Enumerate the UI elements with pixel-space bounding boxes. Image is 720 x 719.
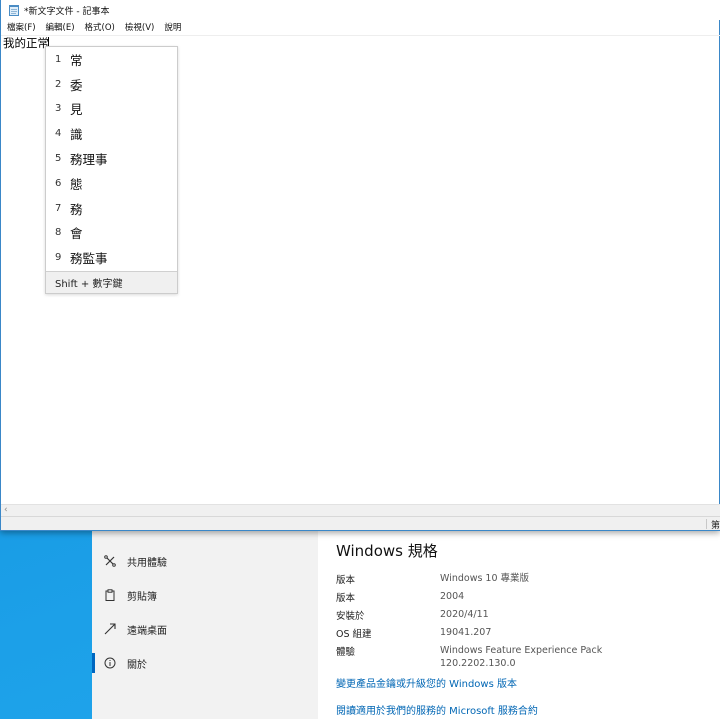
ime-candidate[interactable]: 9 務監事 (46, 245, 177, 270)
spec-value: 2020/4/11 (440, 609, 489, 620)
spec-key: OS 組建 (336, 629, 372, 640)
sidebar-item-label: 共用體驗 (127, 557, 167, 569)
ime-candidate[interactable]: 5 務理事 (46, 146, 177, 171)
candidate-number: 4 (55, 128, 62, 140)
ime-candidate[interactable]: 1 常 (46, 47, 177, 72)
candidate-text: 識 (70, 127, 83, 143)
sidebar-item-label: 遠端桌面 (127, 625, 167, 637)
candidate-number: 6 (55, 177, 62, 189)
title-bar[interactable]: *新文字文件 - 記事本 (1, 0, 720, 20)
sidebar-item-remote-desktop[interactable]: 遠端桌面 (92, 612, 318, 646)
sidebar-item-label: 剪貼簿 (127, 591, 157, 603)
candidate-text: 務理事 (70, 152, 108, 168)
sidebar-item-clipboard[interactable]: 剪貼簿 (92, 578, 318, 612)
status-divider (706, 519, 707, 529)
ime-candidate[interactable]: 6 態 (46, 171, 177, 196)
candidate-number: 5 (55, 153, 62, 165)
info-icon (103, 656, 117, 670)
candidate-text: 見 (70, 102, 83, 118)
spec-key: 體驗 (336, 647, 356, 658)
candidate-text: 委 (70, 77, 83, 93)
spec-key: 版本 (336, 575, 356, 586)
settings-sidebar: 共用體驗 剪貼簿 遠端桌面 關於 (92, 520, 318, 719)
ime-candidate[interactable]: 4 識 (46, 121, 177, 146)
candidate-number: 2 (55, 78, 62, 90)
menu-bar: 檔案(F) 編輯(E) 格式(O) 檢視(V) 說明 (1, 20, 720, 36)
spec-value-line2: 120.2202.130.0 (440, 658, 516, 669)
menu-view[interactable]: 檢視(V) (120, 20, 159, 36)
spec-value: Windows Feature Experience Pack (440, 645, 603, 656)
notepad-icon (9, 5, 19, 16)
spec-key: 安裝於 (336, 611, 365, 622)
ime-footer-hint: Shift + 數字鍵 (46, 271, 177, 293)
candidate-number: 8 (55, 227, 62, 239)
menu-help[interactable]: 說明 (159, 20, 186, 36)
menu-file[interactable]: 檔案(F) (1, 20, 41, 36)
scroll-left-arrow-icon[interactable]: ‹ (4, 505, 8, 516)
window-title: *新文字文件 - 記事本 (24, 6, 110, 17)
spec-key: 版本 (336, 593, 356, 604)
menu-format[interactable]: 格式(O) (80, 20, 120, 36)
upgrade-product-key-link[interactable]: 變更產品金鑰或升級您的 Windows 版本 (336, 675, 517, 690)
candidate-number: 3 (55, 103, 62, 115)
settings-window: 共用體驗 剪貼簿 遠端桌面 關於 Windows 規格 版本 Windows 1… (92, 520, 720, 719)
settings-content: Windows 規格 版本 Windows 10 專業版 版本 2004 安裝於… (336, 520, 720, 719)
sidebar-item-label: 關於 (127, 659, 147, 671)
ime-candidate-list: 1 常 2 委 3 見 4 識 5 務理事 6 態 7 務 8 會 9 務監事 … (45, 46, 178, 294)
candidate-number: 9 (55, 252, 62, 264)
status-position: 第 (711, 521, 720, 531)
notepad-window: *新文字文件 - 記事本 檔案(F) 編輯(E) 格式(O) 檢視(V) 說明 … (0, 0, 720, 531)
candidate-text: 務 (70, 201, 83, 217)
spec-value: 2004 (440, 591, 465, 602)
candidate-text: 會 (70, 226, 83, 242)
service-agreement-link[interactable]: 閱讀適用於我們的服務的 Microsoft 服務合約 (336, 702, 538, 717)
remote-desktop-icon (103, 622, 117, 636)
candidate-text: 態 (70, 176, 83, 192)
spec-value: Windows 10 專業版 (440, 573, 530, 584)
candidate-number: 1 (55, 53, 62, 65)
ime-candidate[interactable]: 7 務 (46, 196, 177, 221)
page-title: Windows 規格 (336, 542, 438, 560)
spec-value: 19041.207 (440, 627, 492, 638)
editor-content: 我的正常 (3, 36, 49, 50)
horizontal-scrollbar[interactable]: ‹ (1, 504, 720, 516)
status-bar: 第 (1, 516, 720, 531)
shared-experience-icon (103, 554, 117, 568)
sidebar-item-about[interactable]: 關於 (92, 646, 318, 680)
menu-edit[interactable]: 編輯(E) (41, 20, 80, 36)
ime-candidate[interactable]: 3 見 (46, 97, 177, 122)
sidebar-item-shared-experience[interactable]: 共用體驗 (92, 544, 318, 578)
ime-footer-text: Shift + 數字鍵 (55, 279, 123, 290)
ime-candidate[interactable]: 2 委 (46, 72, 177, 97)
clipboard-icon (103, 588, 117, 602)
candidate-text: 常 (70, 52, 83, 68)
ime-candidate[interactable]: 8 會 (46, 221, 177, 246)
candidate-number: 7 (55, 202, 62, 214)
candidate-text: 務監事 (70, 251, 108, 267)
